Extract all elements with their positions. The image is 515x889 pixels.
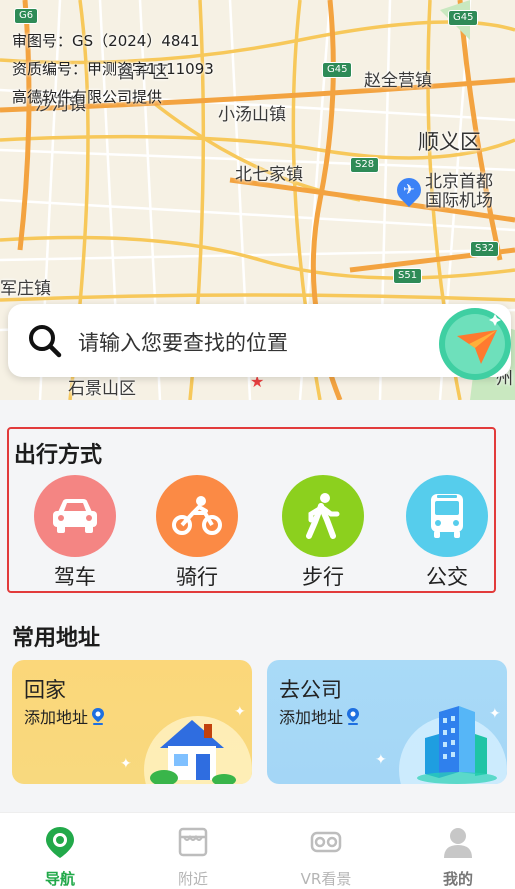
bottom-tab-bar: 导航 附近 VR看景 我的 [0,812,515,889]
home-add-address[interactable]: 添加地址 [24,704,105,728]
map-credit-line: 审图号：GS（2024）4841 [12,32,200,50]
search-placeholder[interactable]: 请输入您要查找的位置 [78,327,288,357]
map-credit-line: 资质编号：甲测资字1111093 [12,60,214,78]
sparkle-icon: ✦ [375,752,387,768]
mode-drive-button[interactable]: 驾车 [30,475,120,591]
mode-label: 骑行 [176,565,218,589]
map-label-shijingshan: 石景山区 [68,379,136,399]
nearby-store-icon [178,827,208,857]
tab-label: 附近 [177,870,208,888]
highway-shield-g45: G45 [322,62,353,78]
mode-label: 驾车 [54,565,96,589]
work-address-card[interactable]: 去公司 添加地址 ✦ ✦ [267,660,507,784]
sparkle-icon: ✦ [234,704,246,720]
tab-label: VR看景 [300,870,352,888]
mode-label: 公交 [426,565,468,589]
map-label-shunyi: 顺义区 [418,130,481,154]
travel-modes-title: 出行方式 [14,443,103,468]
tab-nearby[interactable]: 附近 [153,825,233,889]
mode-transit-button[interactable]: 公交 [402,475,492,591]
vr-goggles-icon [310,831,342,853]
sparkle-icon: ✦ [120,756,132,772]
work-card-title: 去公司 [279,678,342,702]
voice-assistant-icon[interactable] [437,302,515,382]
highway-shield-s32: S32 [470,241,500,257]
sparkle-icon: ✦ [489,706,501,722]
location-pin-icon [92,708,105,725]
tab-profile[interactable]: 我的 [418,825,498,889]
highway-shield-g6: G6 [14,8,39,24]
home-card-title: 回家 [24,678,66,702]
profile-icon [444,828,472,858]
work-add-address-label: 添加地址 [279,708,344,727]
map-label-xiaotangshan: 小汤山镇 [218,105,286,125]
tab-label: 我的 [442,870,473,888]
highway-shield-s28: S28 [350,157,380,173]
motorbike-icon [156,475,238,557]
map-credit-line: 高德软件有限公司提供 [12,88,163,106]
bus-icon [406,475,488,557]
travel-modes-section: 出行方式 驾车 骑行 步行 公交 [7,427,496,593]
car-icon [34,475,116,557]
highway-shield-g45: G45 [448,10,479,26]
map-label-airport: 北京首都 国际机场 [425,172,493,211]
home-address-card[interactable]: 回家 添加地址 ✦ ✦ [12,660,252,784]
tab-vr-scenery[interactable]: VR看景 [286,825,366,889]
location-pin-icon [347,708,360,725]
search-icon [29,325,62,358]
airport-icon: ✈ [392,173,426,207]
map-label-zhaoquanying: 赵全营镇 [364,71,432,91]
home-add-address-label: 添加地址 [24,708,89,727]
navigation-pin-icon [46,827,74,858]
search-bar[interactable]: 请输入您要查找的位置 [8,304,511,380]
mode-cycle-button[interactable]: 骑行 [152,475,242,591]
map-label-junzhuang: 军庄镇 [0,279,51,299]
common-addresses-title: 常用地址 [12,626,101,651]
tab-label: 导航 [44,870,75,888]
highway-shield-s51: S51 [393,268,423,284]
walk-icon [282,475,364,557]
mode-label: 步行 [302,565,344,589]
map-label-beiqijia: 北七家镇 [235,165,303,185]
tab-navigation[interactable]: 导航 [20,825,100,889]
mode-walk-button[interactable]: 步行 [278,475,368,591]
work-add-address[interactable]: 添加地址 [279,704,360,728]
